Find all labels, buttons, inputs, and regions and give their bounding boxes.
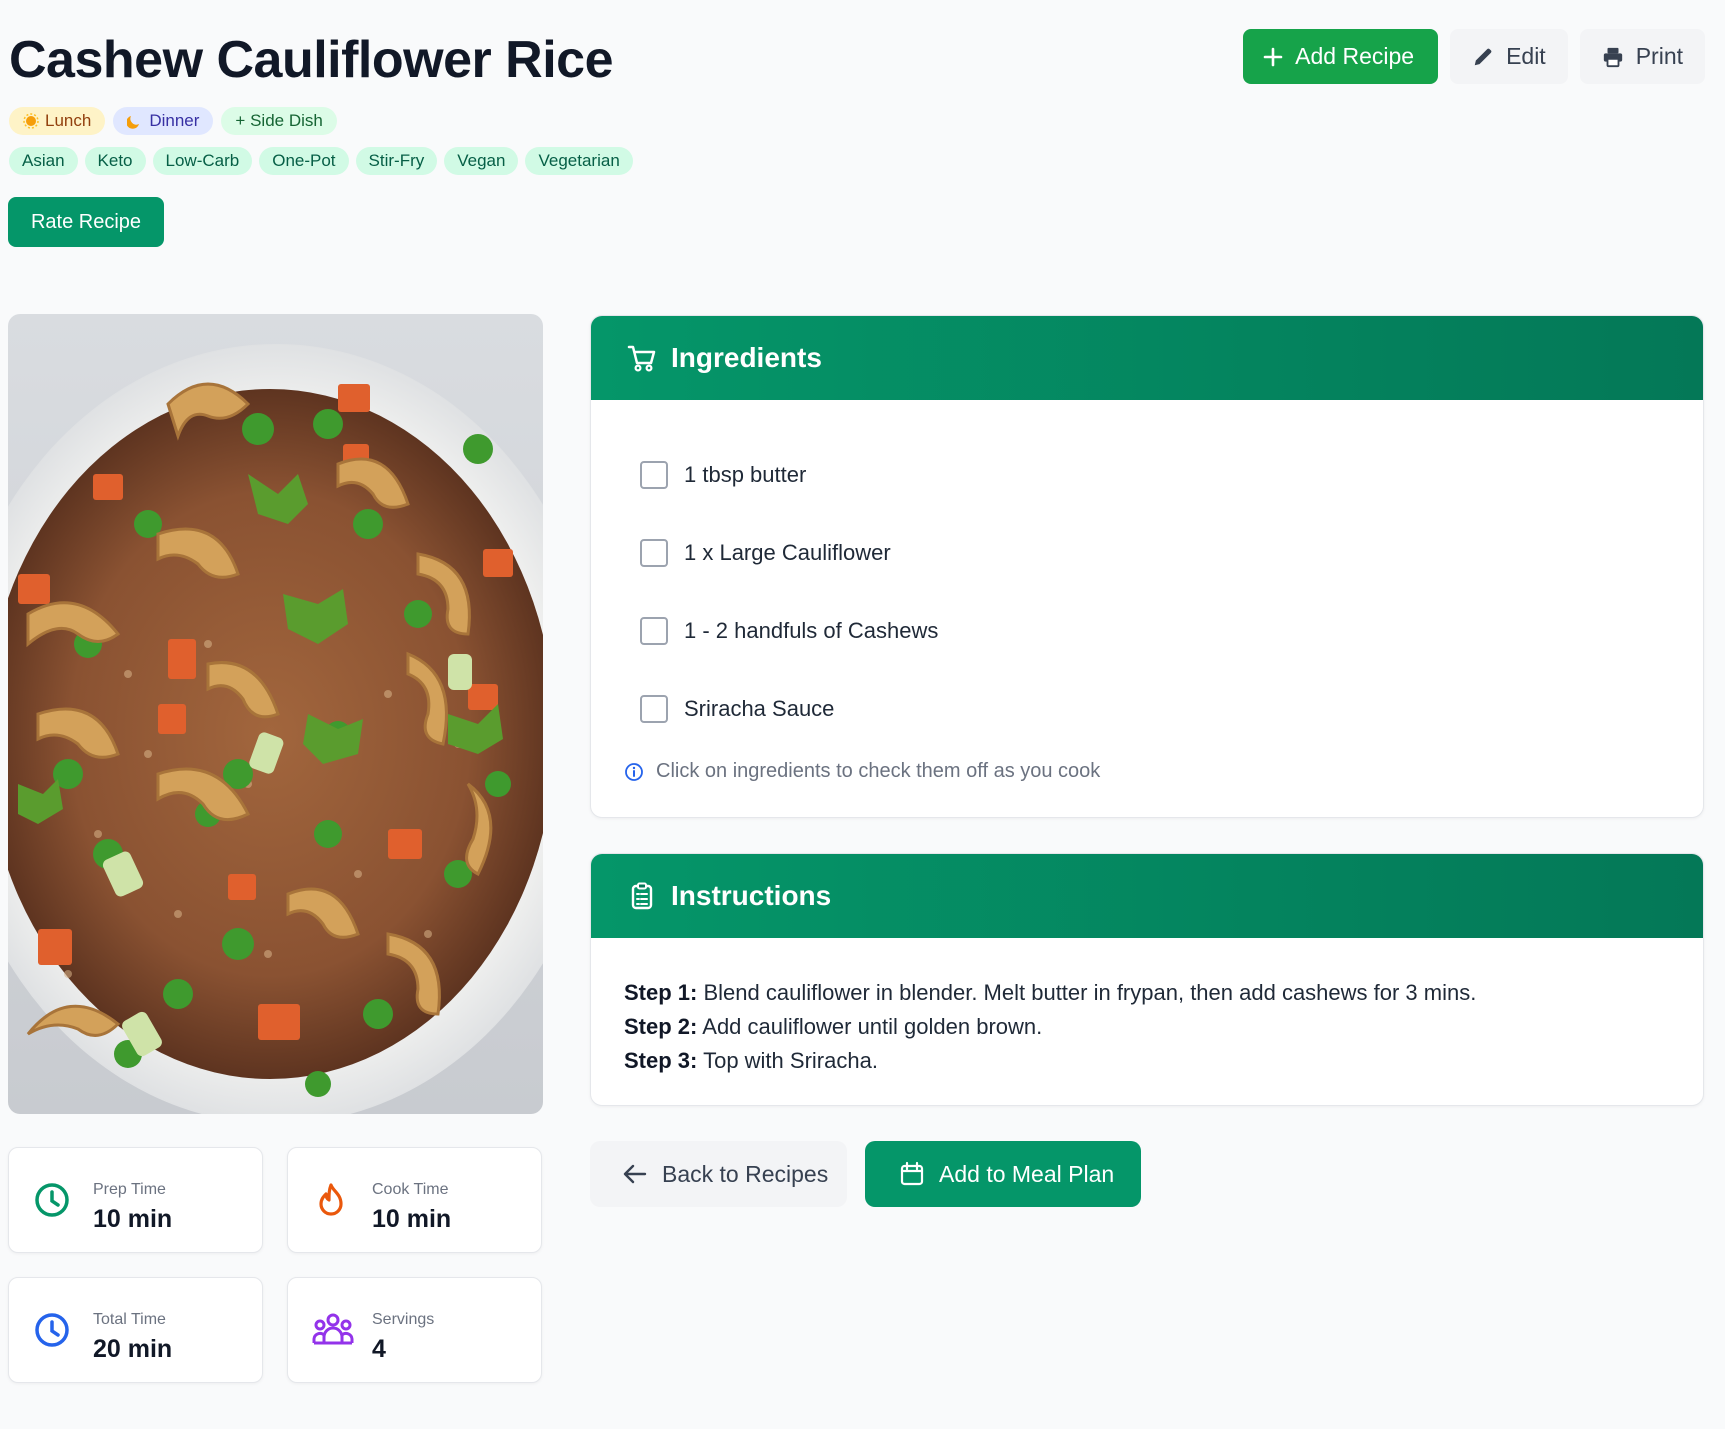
stat-value: 10 min	[93, 1205, 173, 1233]
stat-label: Cook Time	[372, 1181, 449, 1198]
meal-plan-label: Add to Meal Plan	[939, 1160, 1115, 1187]
instructions-header: Instructions	[591, 854, 1703, 938]
stat-label: Prep Time	[93, 1181, 166, 1198]
meal-tag-lunch: Lunch	[9, 107, 106, 135]
ingredient-item[interactable]: 1 x Large Cauliflower	[640, 514, 1703, 592]
edit-button[interactable]: Edit	[1450, 29, 1568, 84]
back-label: Back to Recipes	[662, 1160, 829, 1187]
edit-label: Edit	[1506, 43, 1546, 69]
ingredient-checkbox[interactable]	[640, 695, 668, 723]
meal-tag-dinner: Dinner	[113, 107, 214, 135]
ingredient-item[interactable]: 1 tbsp butter	[640, 436, 1703, 514]
printer-icon	[1603, 47, 1622, 67]
ingredient-checkbox[interactable]	[640, 617, 668, 645]
recipe-page: Cashew Cauliflower Rice Add Recipe Edit …	[0, 0, 1725, 1429]
step-label: Step 1:	[624, 980, 698, 1005]
ingredients-card: Ingredients 1 tbsp butter 1 x Large Caul…	[590, 315, 1704, 818]
stat-label: Total Time	[93, 1311, 166, 1328]
category-tag: Vegan	[444, 147, 519, 175]
stat-value: 4	[372, 1335, 386, 1363]
instructions-heading: Instructions	[671, 880, 832, 911]
ingredients-heading: Ingredients	[671, 342, 822, 373]
step-label: Step 3:	[624, 1048, 698, 1073]
meal-tag-label: Lunch	[45, 111, 92, 130]
meal-type-tags: Lunch Dinner + Side Dish	[9, 107, 337, 135]
prep-time-card: Prep Time 10 min	[8, 1147, 263, 1253]
category-tag: Keto	[84, 147, 146, 175]
ingredient-text: 1 x Large Cauliflower	[684, 540, 891, 565]
meal-tag-label: Dinner	[149, 111, 200, 130]
stat-value: 20 min	[93, 1335, 173, 1363]
clock-icon	[35, 1183, 69, 1217]
ingredient-list: 1 tbsp butter 1 x Large Cauliflower 1 - …	[591, 400, 1703, 748]
people-icon	[312, 1313, 354, 1345]
ingredients-header: Ingredients	[591, 316, 1703, 400]
ingredients-hint: Click on ingredients to check them off a…	[624, 760, 1100, 783]
rate-recipe-button[interactable]: Rate Recipe	[8, 197, 164, 247]
category-tag: Stir-Fry	[355, 147, 438, 175]
stat-value: 10 min	[372, 1205, 452, 1233]
ingredient-item[interactable]: Sriracha Sauce	[640, 670, 1703, 748]
step-label: Step 2:	[624, 1014, 698, 1039]
instructions-card: Instructions Step 1: Blend cauliflower i…	[590, 853, 1704, 1106]
servings-card: Servings 4	[287, 1277, 542, 1383]
ingredient-item[interactable]: 1 - 2 handfuls of Cashews	[640, 592, 1703, 670]
moon-icon	[127, 116, 140, 129]
category-tag: Asian	[9, 147, 78, 175]
instruction-step: Step 1: Blend cauliflower in blender. Me…	[624, 976, 1703, 1010]
recipe-photo	[8, 314, 543, 1114]
category-tag: One-Pot	[259, 147, 349, 175]
back-to-recipes-button[interactable]: Back to Recipes	[590, 1141, 847, 1207]
clock-icon	[35, 1313, 69, 1347]
calendar-icon	[900, 1161, 924, 1186]
print-label: Print	[1635, 43, 1683, 69]
meal-tag-label: + Side Dish	[235, 111, 323, 130]
category-tag: Low-Carb	[152, 147, 253, 175]
shopping-cart-icon	[627, 345, 656, 372]
info-icon	[625, 762, 643, 781]
total-time-card: Total Time 20 min	[8, 1277, 263, 1383]
add-recipe-button[interactable]: Add Recipe	[1243, 29, 1439, 84]
instruction-step: Step 2: Add cauliflower until golden bro…	[624, 1010, 1703, 1044]
category-tag: Vegetarian	[525, 147, 633, 175]
category-tags: Asian Keto Low-Carb One-Pot Stir-Fry Veg…	[9, 147, 633, 175]
page-title: Cashew Cauliflower Rice	[9, 31, 614, 89]
plus-icon	[1263, 47, 1283, 66]
meal-tag-side-dish: + Side Dish	[221, 107, 337, 135]
instruction-step: Step 3: Top with Sriracha.	[624, 1044, 1703, 1078]
clipboard-icon	[631, 882, 653, 910]
sun-icon	[23, 113, 39, 129]
ingredient-text: 1 tbsp butter	[684, 462, 807, 487]
add-to-meal-plan-button[interactable]: Add to Meal Plan	[865, 1141, 1141, 1207]
step-text: Blend cauliflower in blender. Melt butte…	[703, 980, 1477, 1005]
pencil-icon	[1474, 48, 1492, 65]
step-text: Top with Sriracha.	[703, 1048, 878, 1073]
add-recipe-label: Add Recipe	[1295, 43, 1415, 69]
header-actions: Add Recipe Edit Print	[1243, 29, 1705, 84]
cook-time-card: Cook Time 10 min	[287, 1147, 542, 1253]
step-text: Add cauliflower until golden brown.	[702, 1014, 1043, 1039]
hint-text: Click on ingredients to check them off a…	[656, 760, 1101, 782]
ingredient-text: 1 - 2 handfuls of Cashews	[684, 618, 939, 643]
flame-icon	[319, 1183, 343, 1216]
instruction-steps: Step 1: Blend cauliflower in blender. Me…	[591, 938, 1703, 1078]
stat-label: Servings	[372, 1311, 435, 1328]
ingredient-checkbox[interactable]	[640, 461, 668, 489]
arrow-left-icon	[623, 1164, 647, 1184]
ingredient-checkbox[interactable]	[640, 539, 668, 567]
print-button[interactable]: Print	[1579, 29, 1705, 84]
ingredient-text: Sriracha Sauce	[684, 696, 835, 721]
recipe-photo-illustration	[8, 344, 543, 1114]
